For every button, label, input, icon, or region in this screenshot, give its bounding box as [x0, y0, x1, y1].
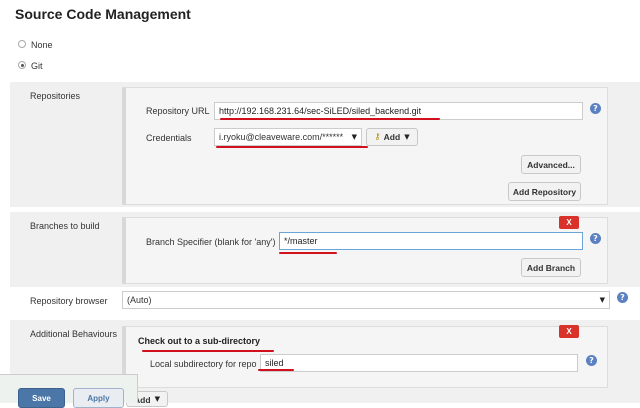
local-subdir-help-icon[interactable]: ?: [586, 355, 597, 366]
annotation-underline-credentials: [216, 146, 368, 148]
chevron-down-icon: ▼: [404, 133, 410, 141]
scm-git-radio[interactable]: [18, 61, 26, 69]
dropdown-caret-icon: ▼: [599, 296, 605, 304]
add-repository-button[interactable]: Add Repository: [508, 182, 581, 201]
branches-label: Branches to build: [30, 221, 100, 231]
scm-none-radio[interactable]: [18, 40, 26, 48]
branch-specifier-label: Branch Specifier (blank for 'any'): [146, 237, 276, 247]
credentials-select[interactable]: i.ryoku@cleaveware.com/****** ▼: [214, 128, 362, 146]
scm-none-label: None: [31, 40, 53, 50]
local-subdir-label: Local subdirectory for repo: [150, 359, 257, 369]
annotation-underline-behaviour: [142, 350, 274, 352]
add-credentials-label: Add: [383, 132, 401, 142]
page-title: Source Code Management: [15, 6, 191, 22]
repo-url-help-icon[interactable]: ?: [590, 103, 601, 114]
credentials-value: i.ryoku@cleaveware.com/******: [219, 132, 344, 142]
save-button[interactable]: Save: [18, 388, 65, 408]
annotation-underline-url: [220, 118, 440, 120]
behaviour-title: Check out to a sub-directory: [138, 336, 261, 346]
annotation-underline-subdir: [258, 369, 294, 371]
apply-button[interactable]: Apply: [73, 388, 124, 408]
annotation-underline-branch: [279, 252, 337, 254]
dropdown-caret-icon: ▼: [351, 133, 357, 141]
repo-url-label: Repository URL: [146, 106, 210, 116]
repo-browser-value: (Auto): [127, 295, 152, 305]
repo-browser-label: Repository browser: [30, 296, 108, 306]
add-credentials-button[interactable]: ⚷ Add ▼: [366, 128, 418, 146]
chevron-down-icon: ▼: [154, 395, 160, 403]
key-icon: ⚷: [374, 132, 381, 142]
branch-help-icon[interactable]: ?: [590, 233, 601, 244]
behaviours-label: Additional Behaviours: [30, 329, 118, 339]
scm-git-label: Git: [31, 61, 43, 71]
repo-browser-select[interactable]: (Auto) ▼: [122, 291, 610, 309]
repositories-label: Repositories: [30, 91, 81, 101]
local-subdir-input[interactable]: siled: [260, 354, 578, 372]
credentials-label: Credentials: [146, 133, 192, 143]
delete-behaviour-button[interactable]: X: [559, 325, 579, 338]
branch-specifier-input[interactable]: */master: [279, 232, 583, 250]
repo-browser-help-icon[interactable]: ?: [617, 292, 628, 303]
advanced-button[interactable]: Advanced...: [521, 155, 581, 174]
delete-branch-button[interactable]: X: [559, 216, 579, 229]
add-branch-button[interactable]: Add Branch: [521, 258, 581, 277]
